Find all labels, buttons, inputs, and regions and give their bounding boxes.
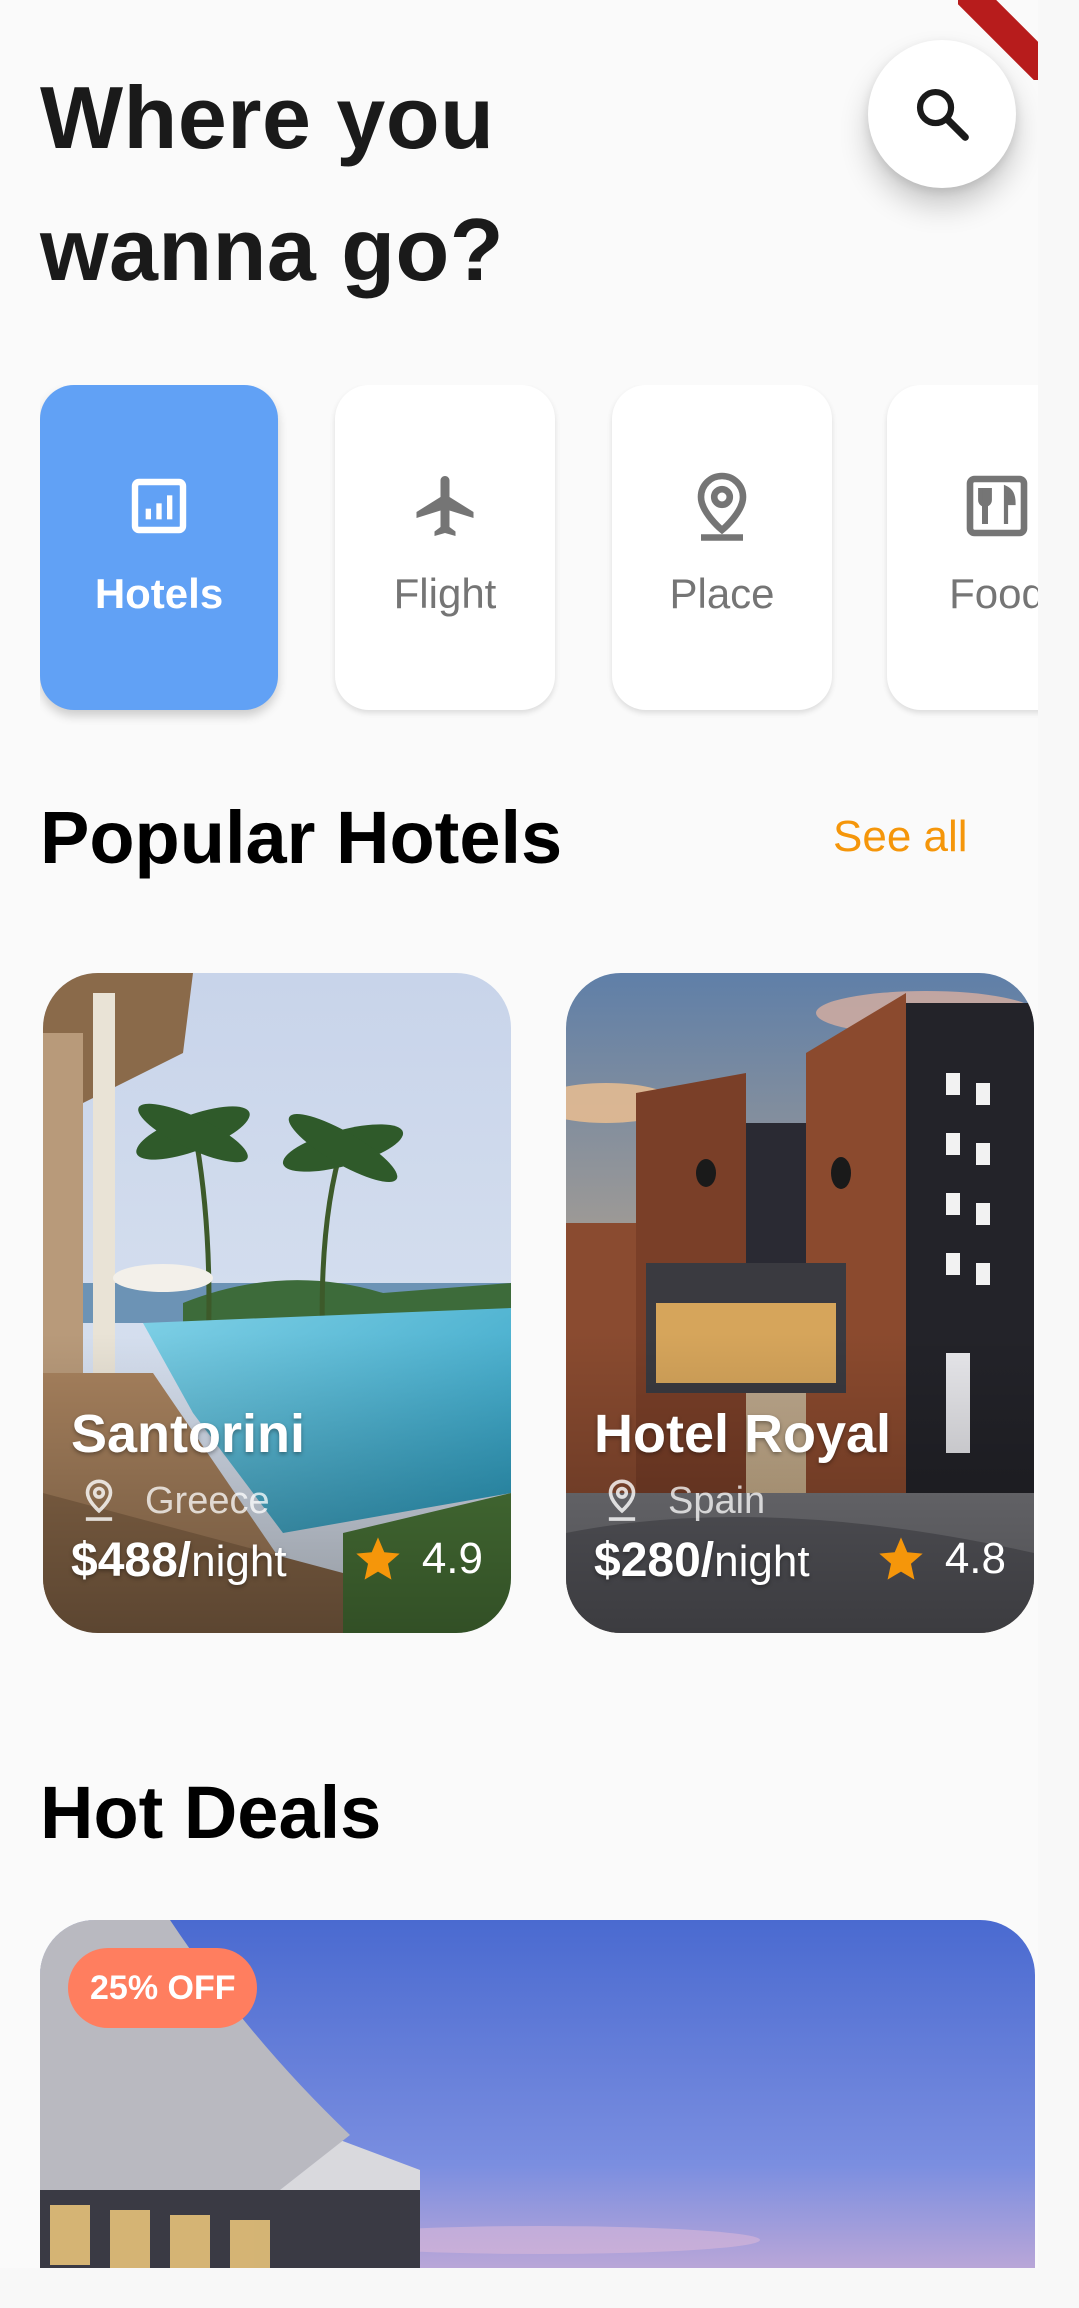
rating-value: 4.8	[944, 1534, 1006, 1583]
category-label: Flight	[393, 570, 497, 617]
page-title: Where you wanna go?	[40, 52, 600, 316]
app-screen: Where you wanna go? Hotels Flight Place …	[0, 0, 1038, 2268]
deal-card[interactable]: 25% OFF	[40, 1920, 1035, 2268]
hotel-rating: 4.8	[875, 1533, 1006, 1585]
category-hotels[interactable]: Hotels	[40, 385, 278, 710]
hotel-building-icon	[123, 470, 195, 542]
category-label: Hotels	[94, 570, 224, 617]
location-pin-icon	[85, 1479, 113, 1521]
search-icon	[916, 88, 969, 141]
price-amount: $488/	[71, 1534, 192, 1587]
price-unit: night	[191, 1537, 287, 1586]
airplane-icon	[409, 470, 481, 542]
page-title-line-2: wanna go?	[40, 200, 505, 299]
hotel-rating: 4.9	[352, 1533, 483, 1585]
hotel-price: $488/night	[71, 1533, 287, 1588]
discount-badge: 25% OFF	[68, 1948, 258, 2028]
category-food[interactable]: Food	[887, 385, 1038, 710]
category-label: Food	[949, 570, 1038, 617]
hotel-location-label: Spain	[668, 1479, 766, 1522]
hotel-card-santorini[interactable]: Santorini Greece $488/night 4.9	[43, 973, 511, 1633]
hotel-name: Santorini	[71, 1404, 306, 1464]
search-button[interactable]	[868, 40, 1016, 188]
category-place[interactable]: Place	[612, 385, 832, 710]
price-unit: night	[714, 1537, 810, 1586]
hotel-name: Hotel Royal	[594, 1404, 892, 1464]
hotel-location: Spain	[602, 1478, 765, 1524]
location-pin-icon	[608, 1479, 636, 1521]
star-icon	[879, 1537, 923, 1580]
popular-hotels-title: Popular Hotels	[40, 796, 563, 879]
category-flight[interactable]: Flight	[335, 385, 555, 710]
restaurant-menu-icon	[961, 470, 1033, 542]
hotel-location-label: Greece	[145, 1479, 270, 1522]
hot-deals-title: Hot Deals	[40, 1771, 382, 1854]
category-selector: Hotels Flight Place Food	[40, 385, 1038, 725]
location-pin-icon	[686, 470, 758, 542]
star-icon	[356, 1537, 400, 1580]
category-label: Place	[669, 570, 775, 617]
price-amount: $280/	[594, 1534, 715, 1587]
page-title-line-1: Where you	[40, 68, 495, 167]
hotel-location: Greece	[79, 1478, 270, 1524]
rating-value: 4.9	[421, 1534, 483, 1583]
hotel-card-hotel-royal[interactable]: Hotel Royal Spain $280/night 4.8	[566, 973, 1034, 1633]
hotel-price: $280/night	[594, 1533, 810, 1588]
see-all-link[interactable]: See all	[833, 812, 968, 862]
